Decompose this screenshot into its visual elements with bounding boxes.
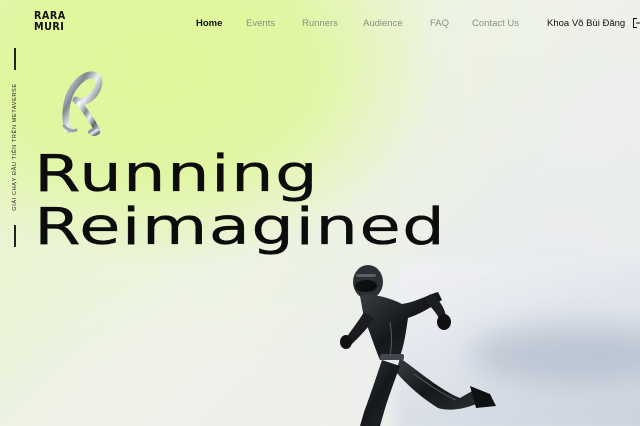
nav-faq[interactable]: FAQ bbox=[430, 18, 449, 29]
headline-line-1: Running bbox=[34, 145, 320, 204]
side-tagline: GIẢI CHẠY ĐẦU TIÊN TRÊN METAVERSE bbox=[12, 83, 18, 211]
nav-contact-us[interactable]: Contact Us bbox=[472, 18, 519, 29]
brand-logo[interactable]: RARA MURI bbox=[34, 11, 69, 33]
chrome-letter-r-icon bbox=[62, 71, 103, 136]
logo-line-2: MURI bbox=[34, 21, 65, 33]
side-divider-top bbox=[14, 48, 16, 70]
runner-figure bbox=[340, 265, 496, 426]
site-header: RARA MURI Home Events Runners Audience F… bbox=[0, 0, 640, 46]
side-divider-bottom bbox=[14, 225, 16, 247]
nav-events[interactable]: Events bbox=[246, 18, 275, 29]
hero-headline: Running Reimagined bbox=[34, 148, 446, 254]
headline-line-2: Reimagined bbox=[34, 198, 447, 257]
nav-audience[interactable]: Audience bbox=[363, 18, 403, 29]
nav-home[interactable]: Home bbox=[196, 18, 222, 29]
nav-runners[interactable]: Runners bbox=[302, 18, 338, 29]
logout-icon[interactable] bbox=[632, 17, 640, 29]
user-name-link[interactable]: Khoa Võ Bùi Đăng bbox=[547, 18, 625, 29]
